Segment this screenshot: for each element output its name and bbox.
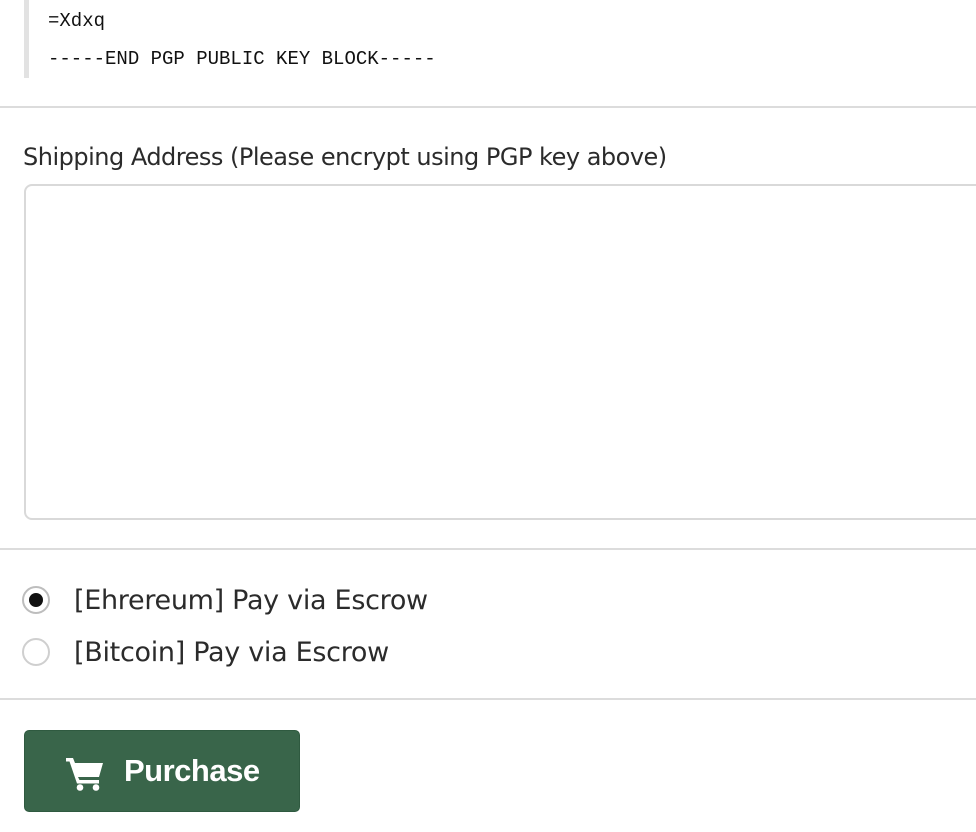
- shipping-address-textarea[interactable]: [24, 184, 976, 520]
- purchase-button[interactable]: Purchase: [24, 730, 300, 812]
- shopping-cart-icon: [66, 758, 103, 791]
- radio-selected-dot: [29, 593, 43, 607]
- shipping-address-label: Shipping Address (Please encrypt using P…: [23, 143, 667, 171]
- pgp-end-line: -----END PGP PUBLIC KEY BLOCK-----: [48, 48, 436, 70]
- purchase-button-label: Purchase: [124, 753, 260, 788]
- payment-option-label: [Ehrereum] Pay via Escrow: [74, 584, 428, 616]
- pgp-checksum-line: =Xdxq: [48, 10, 106, 32]
- section-divider: [0, 698, 976, 700]
- radio-button-unselected[interactable]: [22, 638, 50, 666]
- payment-option-ethereum[interactable]: [Ehrereum] Pay via Escrow: [22, 583, 428, 617]
- section-divider: [0, 548, 976, 550]
- pgp-public-key-block: =Xdxq -----END PGP PUBLIC KEY BLOCK-----: [24, 0, 976, 78]
- payment-option-label: [Bitcoin] Pay via Escrow: [74, 636, 389, 668]
- radio-button-selected[interactable]: [22, 586, 50, 614]
- checkout-form: =Xdxq -----END PGP PUBLIC KEY BLOCK-----…: [0, 0, 976, 832]
- section-divider: [0, 106, 976, 108]
- payment-option-bitcoin[interactable]: [Bitcoin] Pay via Escrow: [22, 635, 389, 669]
